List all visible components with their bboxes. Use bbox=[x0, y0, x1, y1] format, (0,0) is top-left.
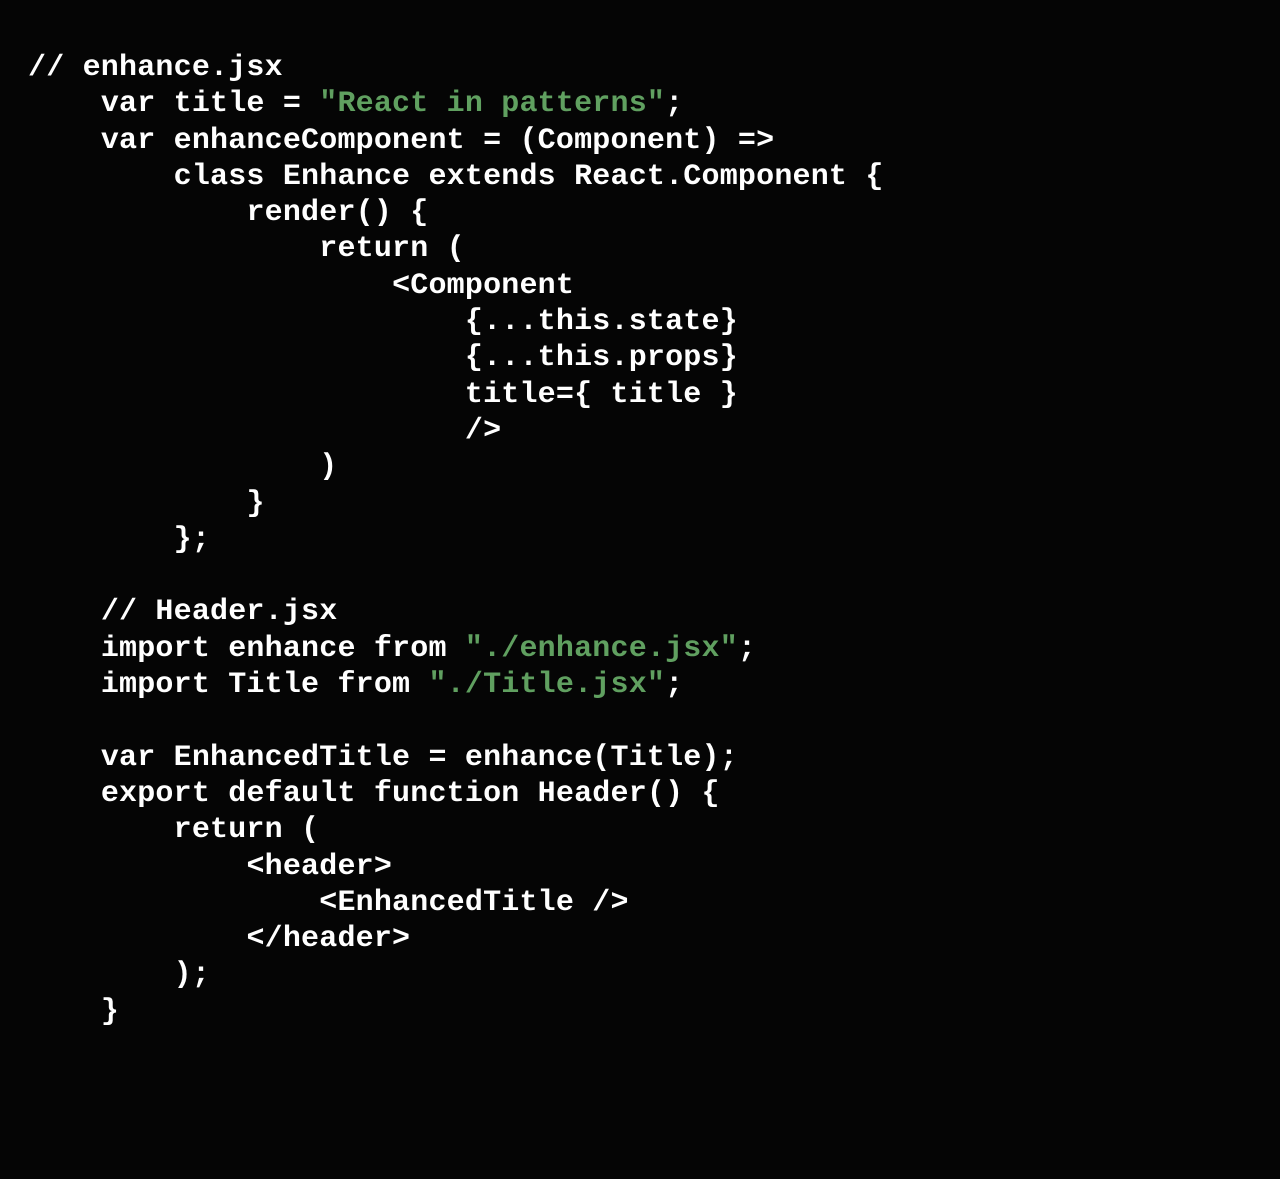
code-line: render() { bbox=[28, 196, 428, 230]
code-token: ); bbox=[174, 958, 210, 992]
code-token: }; bbox=[174, 523, 210, 557]
code-line: export default function Header() { bbox=[28, 777, 720, 811]
code-token: } bbox=[101, 995, 119, 1029]
code-token: var EnhancedTitle = enhance(Title); bbox=[101, 741, 738, 775]
code-line: /> bbox=[28, 414, 501, 448]
code-line: return ( bbox=[28, 232, 465, 266]
code-token: var enhanceComponent = (Component) => bbox=[101, 124, 775, 158]
code-token: <header> bbox=[246, 850, 392, 884]
code-token: ) bbox=[319, 450, 337, 484]
code-line: <EnhancedTitle /> bbox=[28, 886, 629, 920]
code-line: title={ title } bbox=[28, 378, 738, 412]
code-line: }; bbox=[28, 523, 210, 557]
code-token: /> bbox=[465, 414, 501, 448]
code-block: // enhance.jsx var title = "React in pat… bbox=[0, 0, 1280, 1030]
code-line: ); bbox=[28, 958, 210, 992]
code-line: <header> bbox=[28, 850, 392, 884]
code-token: title={ title } bbox=[465, 378, 738, 412]
code-token: return ( bbox=[319, 232, 465, 266]
code-line: var title = "React in patterns"; bbox=[28, 87, 683, 121]
code-token: {...this.state} bbox=[465, 305, 738, 339]
string-literal: "./enhance.jsx" bbox=[465, 632, 738, 666]
code-token: ; bbox=[738, 632, 756, 666]
code-line: ) bbox=[28, 450, 337, 484]
code-token: <EnhancedTitle /> bbox=[319, 886, 628, 920]
code-line: // enhance.jsx bbox=[28, 51, 283, 85]
code-token: import enhance from bbox=[101, 632, 465, 666]
code-token: } bbox=[246, 487, 264, 521]
code-token: {...this.props} bbox=[465, 341, 738, 375]
code-line: import enhance from "./enhance.jsx"; bbox=[28, 632, 756, 666]
code-token: return ( bbox=[174, 813, 320, 847]
code-line: import Title from "./Title.jsx"; bbox=[28, 668, 683, 702]
code-token: import Title from bbox=[101, 668, 429, 702]
code-line: } bbox=[28, 995, 119, 1029]
code-token: var title = bbox=[101, 87, 319, 121]
string-literal: "React in patterns" bbox=[319, 87, 665, 121]
code-token: class Enhance extends React.Component { bbox=[174, 160, 884, 194]
code-line: {...this.state} bbox=[28, 305, 738, 339]
code-line: <Component bbox=[28, 269, 574, 303]
code-line: {...this.props} bbox=[28, 341, 738, 375]
code-token: ; bbox=[665, 87, 683, 121]
code-token: // enhance.jsx bbox=[28, 51, 283, 85]
code-line: } bbox=[28, 487, 265, 521]
code-line: class Enhance extends React.Component { bbox=[28, 160, 884, 194]
string-literal: "./Title.jsx" bbox=[428, 668, 665, 702]
code-line: var enhanceComponent = (Component) => bbox=[28, 124, 774, 158]
code-line: // Header.jsx bbox=[28, 595, 337, 629]
code-token: render() { bbox=[246, 196, 428, 230]
code-line: </header> bbox=[28, 922, 410, 956]
code-line: return ( bbox=[28, 813, 319, 847]
code-token: // Header.jsx bbox=[101, 595, 338, 629]
code-token: <Component bbox=[392, 269, 574, 303]
code-line: var EnhancedTitle = enhance(Title); bbox=[28, 741, 738, 775]
code-token: ; bbox=[665, 668, 683, 702]
code-token: </header> bbox=[246, 922, 410, 956]
code-token: export default function Header() { bbox=[101, 777, 720, 811]
